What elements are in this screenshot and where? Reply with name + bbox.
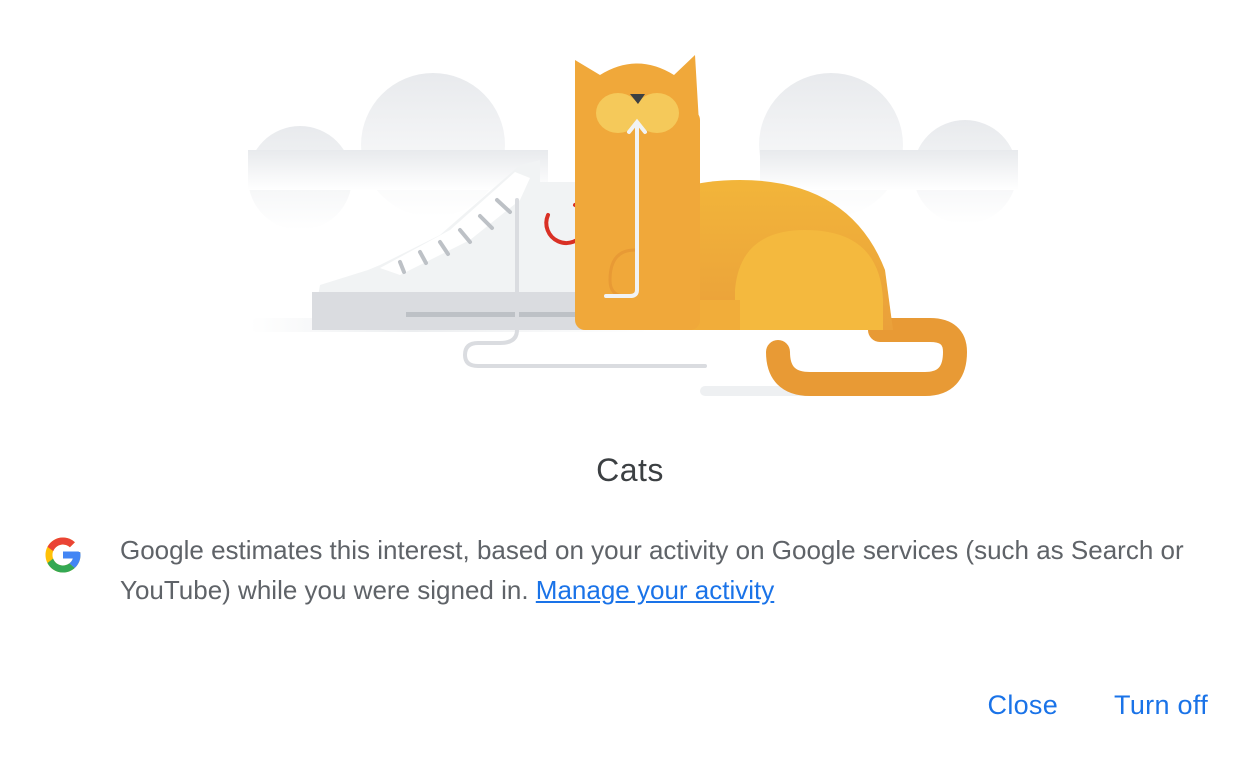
interest-description: Google estimates this interest, based on…	[120, 530, 1210, 610]
close-button[interactable]: Close	[988, 690, 1059, 721]
cat-sneaker-illustration	[248, 55, 1018, 396]
cat	[575, 55, 968, 396]
turn-off-button[interactable]: Turn off	[1114, 690, 1208, 721]
interest-dialog: Cats Google estimates this interest, bas…	[0, 0, 1260, 762]
manage-activity-link[interactable]: Manage your activity	[536, 575, 774, 605]
google-g-icon	[45, 537, 81, 573]
interest-title: Cats	[596, 452, 664, 488]
dialog-actions: Close Turn off	[988, 690, 1208, 721]
